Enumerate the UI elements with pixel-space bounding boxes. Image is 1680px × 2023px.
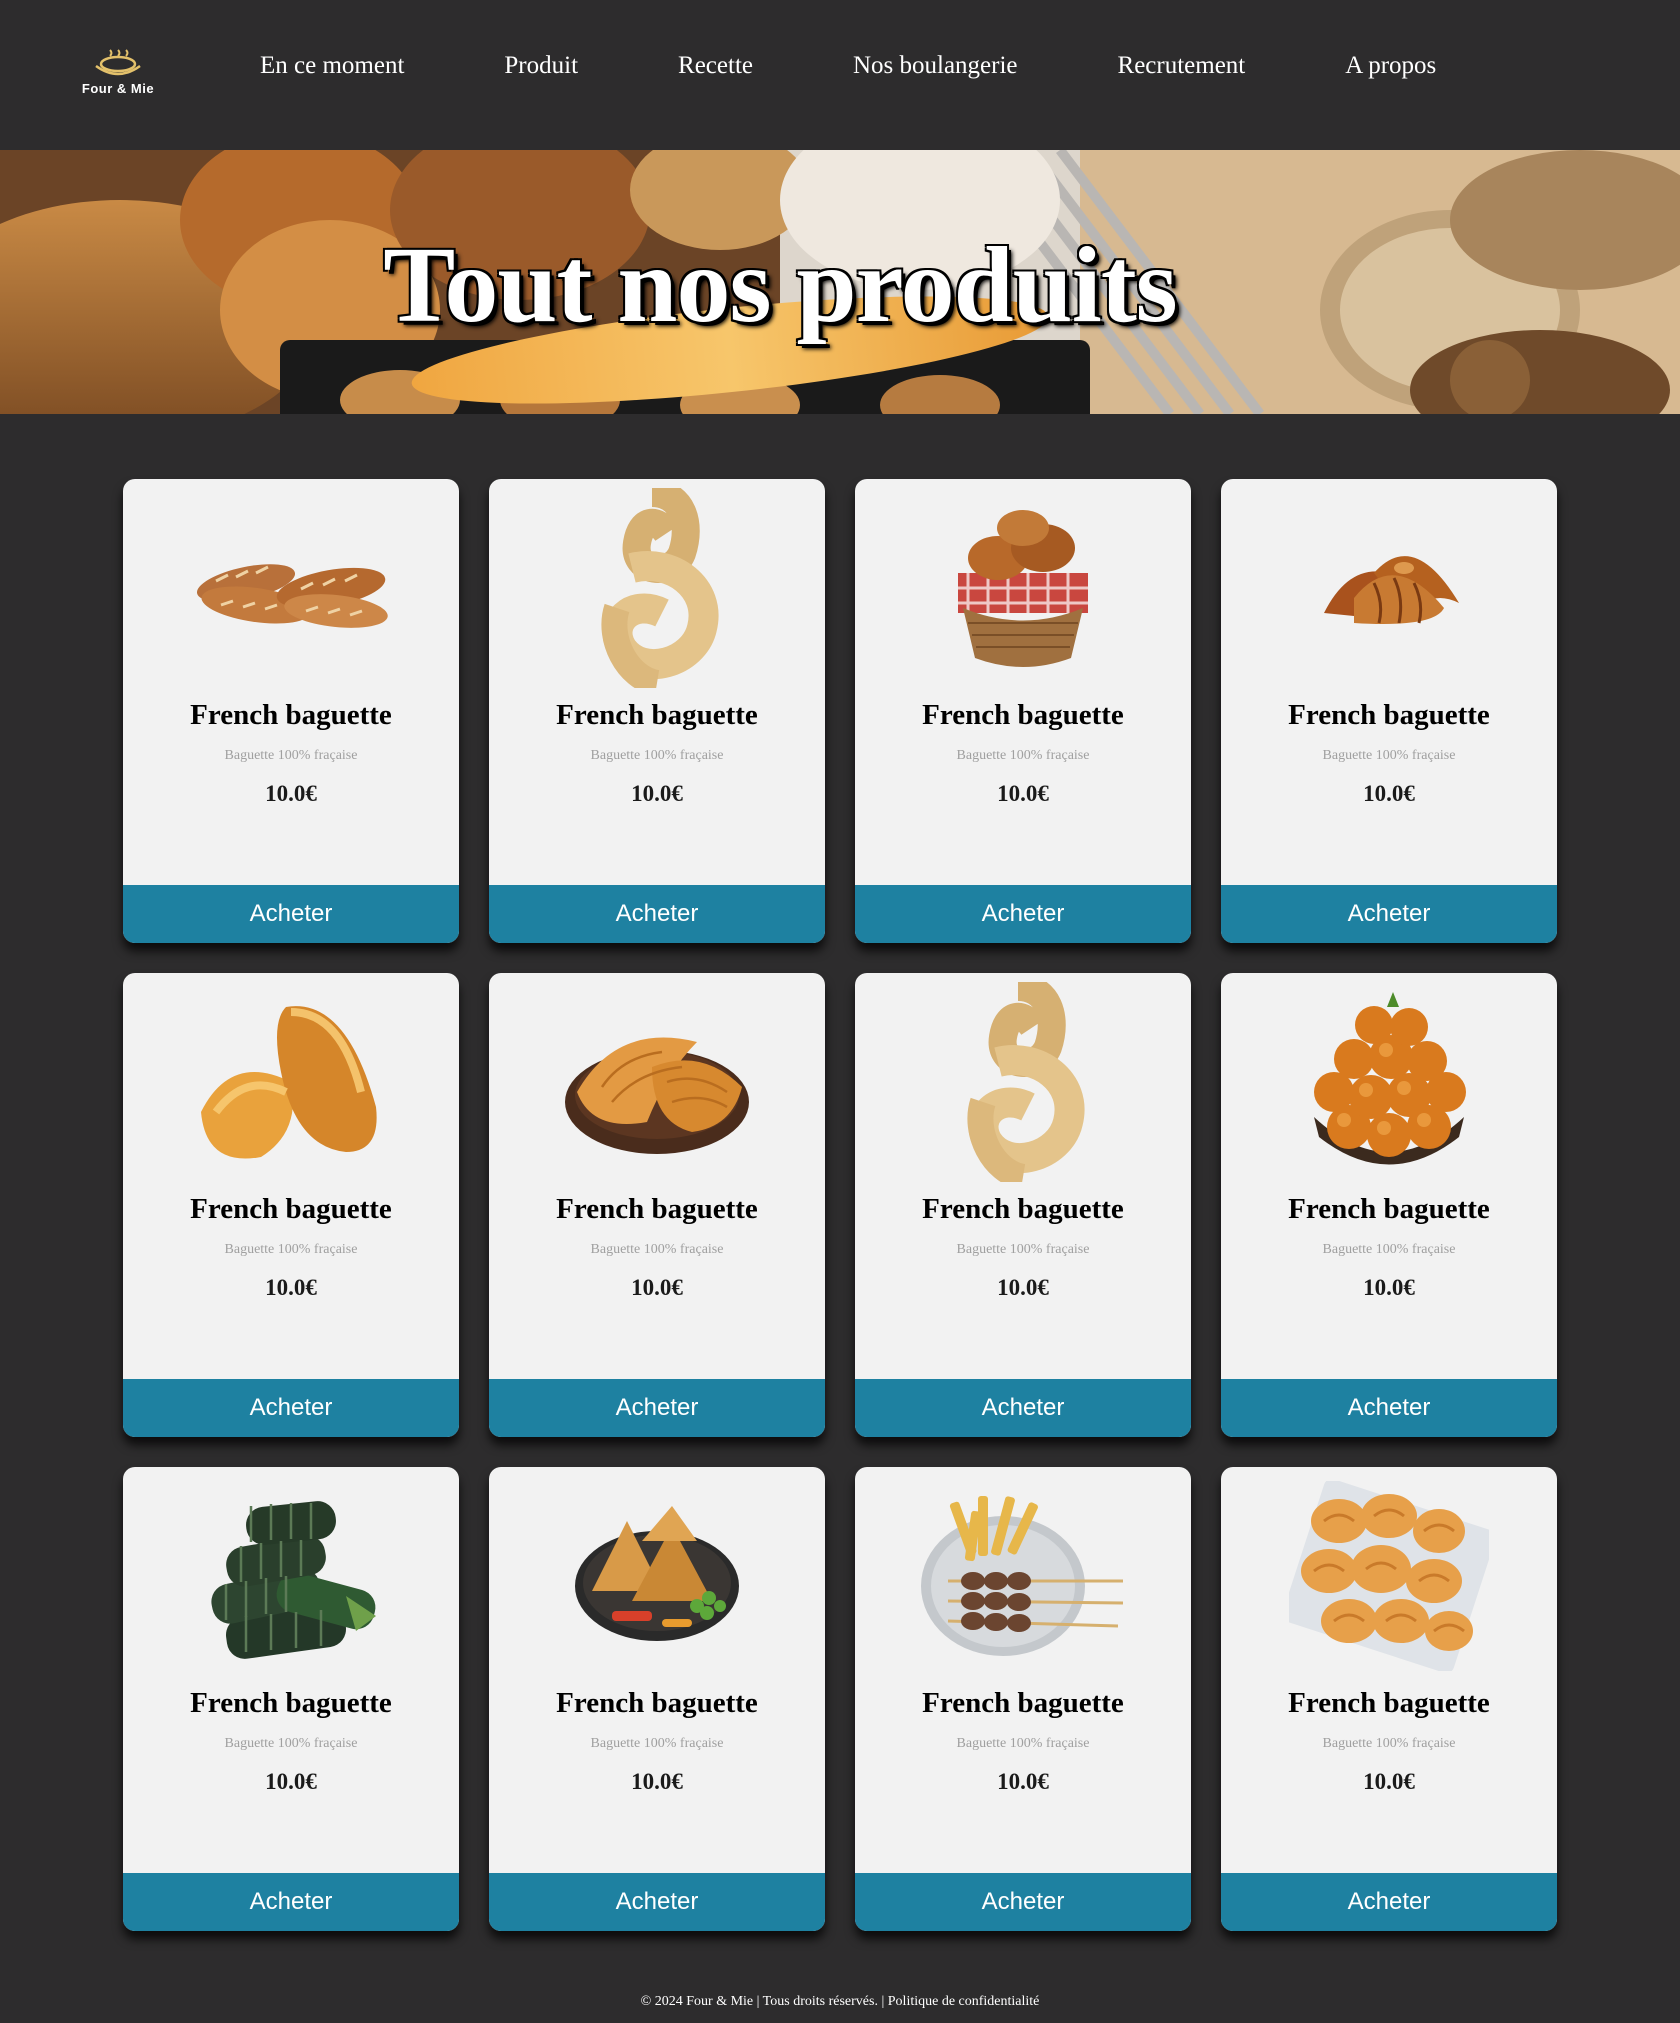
pastry-basket-image: [958, 510, 1088, 667]
product-price: 10.0€: [631, 781, 683, 806]
nav-item-nos-boulangerie[interactable]: Nos boulangerie: [853, 52, 1018, 80]
nav-item-recrutement[interactable]: Recrutement: [1118, 52, 1246, 80]
buy-button[interactable]: Acheter: [489, 1379, 825, 1437]
product-price: 10.0€: [997, 1275, 1049, 1300]
buy-button[interactable]: Acheter: [855, 1379, 1191, 1437]
leaf-wraps-image: [211, 1501, 376, 1659]
product-name: French baguette: [922, 699, 1124, 731]
product-name: French baguette: [190, 1687, 392, 1719]
product-card: French baguette Baguette 100% fraçaise 1…: [123, 973, 459, 1437]
product-card: French baguette Baguette 100% fraçaise 1…: [855, 479, 1191, 943]
product-description: Baguette 100% fraçaise: [956, 748, 1090, 763]
product-name: French baguette: [556, 699, 758, 731]
product-description: Baguette 100% fraçaise: [1322, 1736, 1456, 1751]
nav-item-en-ce-moment[interactable]: En ce moment: [260, 52, 404, 80]
knotted-bread-image: [601, 488, 719, 688]
site-header: Four & Mie En ce moment Produit Recette …: [0, 0, 1680, 150]
product-price: 10.0€: [265, 1769, 317, 1794]
product-price: 10.0€: [1363, 1769, 1415, 1794]
product-card: French baguette Baguette 100% fraçaise 1…: [1221, 973, 1557, 1437]
product-description: Baguette 100% fraçaise: [590, 1242, 724, 1257]
buy-button[interactable]: Acheter: [489, 1873, 825, 1931]
product-description: Baguette 100% fraçaise: [956, 1242, 1090, 1257]
product-card: French baguette Baguette 100% fraçaise 1…: [123, 1467, 459, 1931]
product-price: 10.0€: [631, 1769, 683, 1794]
buy-button[interactable]: Acheter: [123, 885, 459, 943]
nav-item-produit[interactable]: Produit: [504, 52, 578, 80]
product-card: French baguette Baguette 100% fraçaise 1…: [1221, 1467, 1557, 1931]
baguettes-image: [196, 564, 388, 628]
product-description: Baguette 100% fraçaise: [224, 1736, 358, 1751]
brochettes-image: [921, 1496, 1124, 1656]
nav-item-a-propos[interactable]: A propos: [1345, 52, 1436, 80]
product-card: French baguette Baguette 100% fraçaise 1…: [855, 973, 1191, 1437]
samosas-image: [575, 1506, 739, 1641]
main-nav: En ce moment Produit Recette Nos boulang…: [260, 46, 1436, 86]
product-description: Baguette 100% fraçaise: [1322, 1242, 1456, 1257]
product-name: French baguette: [556, 1193, 758, 1225]
buy-button[interactable]: Acheter: [489, 885, 825, 943]
product-description: Baguette 100% fraçaise: [956, 1736, 1090, 1751]
product-price: 10.0€: [1363, 1275, 1415, 1300]
hero-banner: Tout nos produits: [0, 150, 1680, 414]
page-title: Tout nos produits: [383, 226, 1177, 345]
buy-button[interactable]: Acheter: [1221, 1873, 1557, 1931]
brand-logo[interactable]: Four & Mie: [66, 44, 170, 100]
product-description: Baguette 100% fraçaise: [224, 1242, 358, 1257]
product-name: French baguette: [922, 1193, 1124, 1225]
buy-button[interactable]: Acheter: [855, 885, 1191, 943]
product-name: French baguette: [190, 1193, 392, 1225]
product-description: Baguette 100% fraçaise: [590, 1736, 724, 1751]
buy-button[interactable]: Acheter: [1221, 885, 1557, 943]
product-name: French baguette: [1288, 1193, 1490, 1225]
product-price: 10.0€: [265, 781, 317, 806]
product-price: 10.0€: [997, 1769, 1049, 1794]
product-name: French baguette: [556, 1687, 758, 1719]
knotted-bread-image: [967, 982, 1085, 1182]
product-price: 10.0€: [631, 1275, 683, 1300]
product-grid: French baguette Baguette 100% fraçaise 1…: [123, 479, 1557, 1931]
product-name: French baguette: [1288, 1687, 1490, 1719]
buy-button[interactable]: Acheter: [123, 1379, 459, 1437]
product-card: French baguette Baguette 100% fraçaise 1…: [489, 1467, 825, 1931]
product-price: 10.0€: [265, 1275, 317, 1300]
fried-dough-balls-image: [1314, 992, 1466, 1165]
pithivier-pie-image: [565, 1037, 749, 1154]
product-card: French baguette Baguette 100% fraçaise 1…: [1221, 479, 1557, 943]
bread-bowl-icon: [95, 49, 141, 76]
product-name: French baguette: [922, 1687, 1124, 1719]
croissants-image: [1324, 556, 1459, 624]
brand-name: Four & Mie: [81, 81, 155, 96]
buy-button[interactable]: Acheter: [855, 1873, 1191, 1931]
palmiers-image: [1289, 1481, 1489, 1671]
product-description: Baguette 100% fraçaise: [590, 748, 724, 763]
product-price: 10.0€: [1363, 781, 1415, 806]
buy-button[interactable]: Acheter: [123, 1873, 459, 1931]
product-card: French baguette Baguette 100% fraçaise 1…: [123, 479, 459, 943]
product-name: French baguette: [190, 699, 392, 731]
product-card: French baguette Baguette 100% fraçaise 1…: [489, 479, 825, 943]
nav-item-recette[interactable]: Recette: [678, 52, 753, 80]
product-card: French baguette Baguette 100% fraçaise 1…: [855, 1467, 1191, 1931]
product-name: French baguette: [1288, 699, 1490, 731]
madeleines-image: [201, 1006, 377, 1159]
product-card: French baguette Baguette 100% fraçaise 1…: [489, 973, 825, 1437]
product-price: 10.0€: [997, 781, 1049, 806]
product-description: Baguette 100% fraçaise: [224, 748, 358, 763]
buy-button[interactable]: Acheter: [1221, 1379, 1557, 1437]
footer-text: © 2024 Four & Mie | Tous droits réservés…: [640, 1994, 1040, 2009]
product-description: Baguette 100% fraçaise: [1322, 748, 1456, 763]
